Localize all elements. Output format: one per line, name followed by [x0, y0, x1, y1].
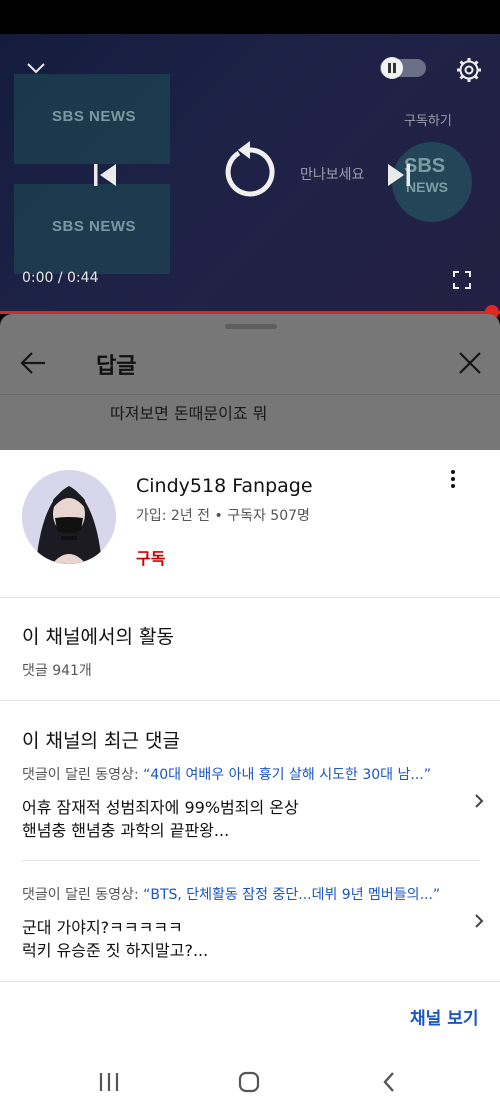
activity-title: 이 채널에서의 활동	[22, 626, 174, 648]
home-icon[interactable]	[229, 1063, 269, 1101]
divider	[0, 394, 500, 395]
replay-icon[interactable]	[220, 140, 280, 204]
video-tile-label: SBS NEWS	[52, 108, 137, 125]
gear-icon[interactable]	[453, 54, 485, 86]
divider	[0, 700, 500, 701]
system-nav-bar	[0, 1053, 500, 1111]
close-icon[interactable]	[455, 348, 485, 378]
comment-video-line[interactable]: 댓글이 달린 동영상: “BTS, 단체활동 잠정 중단...데뷔 9년 멤버들…	[22, 884, 440, 904]
recent-comments-title: 이 채널의 최근 댓글	[22, 730, 180, 752]
comment-video-title[interactable]: “BTS, 단체활동 잠정 중단...데뷔 9년 멤버들의...”	[143, 887, 440, 903]
reply-preview-text: 따져보면 돈때문이죠 뭐	[110, 404, 268, 423]
video-time: 0:00 / 0:44	[22, 270, 99, 286]
view-channel-button[interactable]: 채널 보기	[410, 1004, 478, 1029]
comment-video-prefix: 댓글이 달린 동영상:	[22, 767, 144, 783]
subscribe-ghost-text: 구독하기	[404, 114, 452, 129]
replies-sheet: 답글 따져보면 돈때문이죠 뭐	[0, 314, 500, 450]
video-tile-label: SBS NEWS	[52, 218, 137, 235]
replies-title: 답글	[96, 354, 137, 379]
fullscreen-icon[interactable]	[450, 268, 474, 292]
chevron-right-icon[interactable]	[470, 792, 488, 810]
comment-line: 핸념충 핸념충 과학의 끝판왕...	[22, 821, 230, 840]
comment-line: 럭키 유승준 짓 하지말고?...	[22, 941, 209, 960]
pause-toggle-icon[interactable]	[379, 56, 427, 80]
video-overlay-text: 만나보세요	[300, 167, 365, 183]
comment-count: 댓글 941개	[22, 663, 92, 679]
channel-name[interactable]: Cindy518 Fanpage	[136, 475, 313, 497]
video-player[interactable]: SBS NEWS SBS NEWS SBS NEWS 구독하기 만나보세요 0:…	[0, 34, 500, 314]
comment-video-line[interactable]: 댓글이 달린 동영상: “40대 여배우 아내 흉기 살해 시도한 30대 남.…	[22, 764, 431, 784]
recents-icon[interactable]	[89, 1063, 129, 1101]
status-bar	[0, 0, 500, 34]
channel-meta: 가입: 2년 전 • 구독자 507명	[136, 508, 310, 524]
avatar-image	[22, 470, 116, 564]
subscribe-button[interactable]: 구독	[136, 545, 165, 569]
divider	[22, 860, 480, 861]
back-arrow-icon[interactable]	[18, 348, 48, 378]
chevron-right-icon[interactable]	[470, 912, 488, 930]
comment-video-title[interactable]: “40대 여배우 아내 흉기 살해 시도한 30대 남...”	[143, 767, 431, 783]
comment-line: 어휴 잠재적 성범죄자에 99%범죄의 온상	[22, 798, 299, 817]
more-vert-icon[interactable]	[440, 466, 466, 492]
chevron-down-icon[interactable]	[22, 54, 50, 82]
comment-line: 군대 가야지?ㅋㅋㅋㅋㅋ	[22, 918, 183, 937]
comment-text[interactable]: 어휴 잠재적 성범죄자에 99%범죄의 온상 핸념충 핸념충 과학의 끝판왕..…	[22, 796, 299, 842]
avatar[interactable]	[22, 470, 116, 564]
divider	[0, 597, 500, 598]
divider	[0, 981, 500, 982]
sheet-handle[interactable]	[225, 324, 277, 329]
skip-next-icon[interactable]	[382, 160, 416, 190]
comment-text[interactable]: 군대 가야지?ㅋㅋㅋㅋㅋ 럭키 유승준 짓 하지말고?...	[22, 916, 208, 962]
back-icon[interactable]	[369, 1063, 409, 1101]
skip-previous-icon[interactable]	[88, 160, 122, 190]
comment-video-prefix: 댓글이 달린 동영상:	[22, 887, 144, 903]
